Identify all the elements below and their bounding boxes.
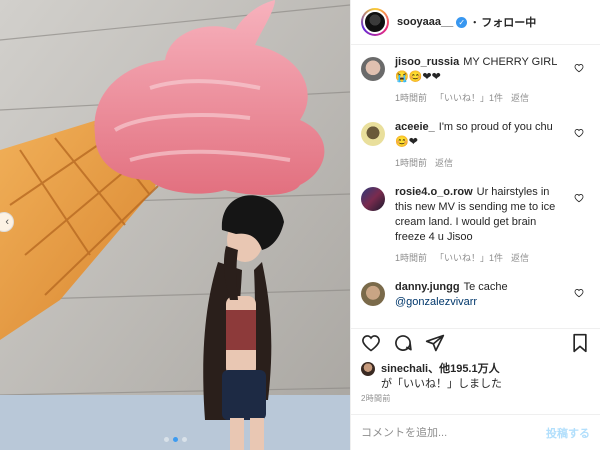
comment-time[interactable]: 1時間前 <box>395 91 427 106</box>
comment-time[interactable]: 1時間前 <box>395 251 427 266</box>
following-button[interactable]: フォロー中 <box>481 14 536 30</box>
post-action-bar <box>351 328 600 360</box>
author-username[interactable]: sooyaaa__ <box>397 16 453 28</box>
author-avatar[interactable] <box>361 8 389 36</box>
commenter-avatar[interactable] <box>361 282 385 306</box>
commenter-avatar[interactable] <box>361 122 385 146</box>
comment-list[interactable]: jisoo_russia MY CHERRY GIRL😭😊❤❤ 1時間前 「いいね… <box>351 45 600 327</box>
comment-username[interactable]: danny.jungg <box>395 281 460 293</box>
comment-heart-icon[interactable] <box>574 193 584 206</box>
comment-input[interactable] <box>361 426 546 439</box>
post-timestamp[interactable]: 2時間前 <box>361 393 391 404</box>
comment-username[interactable]: jisoo_russia <box>395 56 459 68</box>
comment-time[interactable]: 1時間前 <box>395 156 427 171</box>
comment-icon[interactable] <box>393 333 413 356</box>
heart-icon[interactable] <box>361 333 381 356</box>
bookmark-icon[interactable] <box>570 333 590 356</box>
comment-item: danny.jungg Te cache @gonzalezvivarr <box>361 280 590 310</box>
comment-item: jisoo_russia MY CHERRY GIRL😭😊❤❤ 1時間前 「いいね… <box>361 55 590 106</box>
comment-reply-button[interactable]: 返信 <box>435 156 453 171</box>
post-detail-panel: sooyaaa__ ✓ ・ フォロー中 jisoo_russia MY CHERR… <box>350 0 600 450</box>
comment-reply-button[interactable]: 返信 <box>511 251 529 266</box>
comment-username[interactable]: aceeie_ <box>395 121 435 133</box>
comment-reply-button[interactable]: 返信 <box>511 91 529 106</box>
comment-like-count[interactable]: 「いいね！」1件 <box>435 91 503 106</box>
post-header: sooyaaa__ ✓ ・ フォロー中 <box>351 0 600 45</box>
commenter-avatar[interactable] <box>361 187 385 211</box>
likes-suffix: が「いいね！」しました <box>381 378 502 390</box>
likes-count[interactable]: 、他195.1万人 <box>428 363 500 375</box>
post-photo: ‹ <box>0 0 350 450</box>
carousel-dot-active <box>172 437 178 442</box>
liker-avatar[interactable] <box>361 362 375 376</box>
verified-badge-icon: ✓ <box>456 16 468 28</box>
comment-username[interactable]: rosie4.o_o.row <box>395 186 473 198</box>
liker-username[interactable]: sinechali <box>381 363 428 375</box>
share-icon[interactable] <box>425 333 445 356</box>
carousel-dot <box>163 437 169 442</box>
add-comment-bar: 投稿する <box>351 414 600 450</box>
ice-cream-mural-image <box>0 0 350 450</box>
carousel-dots <box>0 437 350 442</box>
header-separator: ・ <box>469 17 481 29</box>
likes-summary: sinechali、他195.1万人 が「いいね！」しました <box>361 362 590 392</box>
comment-heart-icon[interactable] <box>574 128 584 141</box>
commenter-avatar[interactable] <box>361 57 385 81</box>
comment-heart-icon[interactable] <box>574 288 584 301</box>
chevron-left-icon: ‹ <box>5 216 9 228</box>
comment-mention-link[interactable]: @gonzalezvivarr <box>395 296 477 308</box>
comment-item: aceeie_ I'm so proud of you chu 😊❤ 1時間前 返… <box>361 120 590 171</box>
comment-item: rosie4.o_o.row Ur hairstyles in this new … <box>361 185 590 266</box>
comment-text: Te cache <box>463 281 508 293</box>
post-comment-button[interactable]: 投稿する <box>546 425 590 441</box>
comment-like-count[interactable]: 「いいね！」1件 <box>435 251 503 266</box>
comment-heart-icon[interactable] <box>574 63 584 76</box>
carousel-dot <box>181 437 187 442</box>
